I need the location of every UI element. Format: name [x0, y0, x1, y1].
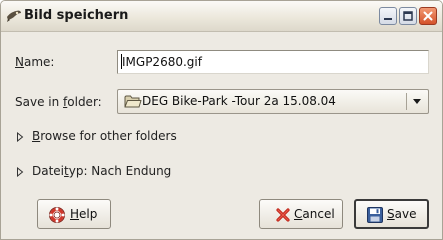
filename-input[interactable]	[117, 50, 429, 74]
expand-triangle-icon	[17, 132, 24, 142]
save-in-folder-combo[interactable]: DEG Bike-Park -Tour 2a 15.08.04	[117, 89, 429, 114]
text-cursor	[121, 54, 122, 69]
chevron-down-icon	[413, 99, 421, 104]
browse-label-mnemonic: B	[32, 129, 41, 143]
browse-label-text: rowse for other folders	[40, 129, 177, 143]
expand-triangle-icon	[17, 167, 24, 177]
maximize-icon	[403, 11, 413, 21]
save-button[interactable]: Save	[354, 199, 429, 229]
folder-label-after: older:	[67, 95, 102, 109]
maximize-button[interactable]	[399, 7, 417, 25]
save-in-folder-label: Save in folder:	[15, 95, 102, 109]
window-title: Bild speichern	[24, 8, 129, 23]
name-label-text: ame:	[23, 55, 55, 69]
name-label: Name:	[15, 55, 54, 69]
folder-icon	[124, 95, 142, 108]
lifebuoy-help-icon	[49, 207, 65, 223]
title-bar[interactable]: Bild speichern	[1, 1, 442, 32]
name-label-mnemonic: N	[15, 55, 24, 69]
cancel-label: Cancel	[294, 207, 335, 221]
gimp-app-icon	[7, 10, 21, 22]
filetype-label-after: yp: Nach Endung	[68, 164, 172, 178]
help-button[interactable]: Help	[37, 199, 111, 229]
save-label-text: ave	[394, 207, 417, 221]
selected-folder: DEG Bike-Park -Tour 2a 15.08.04	[142, 94, 336, 108]
close-button[interactable]	[419, 7, 437, 25]
browse-folders-expander[interactable]: Browse for other folders	[15, 129, 215, 145]
combo-separator	[406, 93, 407, 110]
cancel-button[interactable]: Cancel	[259, 199, 343, 229]
browse-folders-label: Browse for other folders	[32, 129, 177, 143]
floppy-disk-save-icon	[367, 207, 383, 223]
cancel-x-icon	[276, 208, 290, 222]
help-label-text: elp	[79, 207, 98, 221]
minimize-button[interactable]	[379, 7, 397, 25]
help-label: Help	[70, 207, 97, 221]
save-image-dialog: Bild speichern Name: Save in folder: DEG…	[0, 0, 443, 240]
close-icon	[423, 11, 433, 21]
filetype-label-before: Datei	[32, 164, 65, 178]
folder-label-before: Save in	[15, 95, 64, 109]
save-label-mnemonic: S	[387, 207, 395, 221]
minimize-icon	[384, 18, 392, 20]
file-type-expander[interactable]: Dateityp: Nach Endung	[15, 164, 195, 180]
help-label-mnemonic: H	[70, 207, 80, 221]
save-label: Save	[387, 207, 416, 221]
cancel-label-text: ancel	[302, 207, 335, 221]
file-type-label: Dateityp: Nach Endung	[32, 164, 171, 178]
